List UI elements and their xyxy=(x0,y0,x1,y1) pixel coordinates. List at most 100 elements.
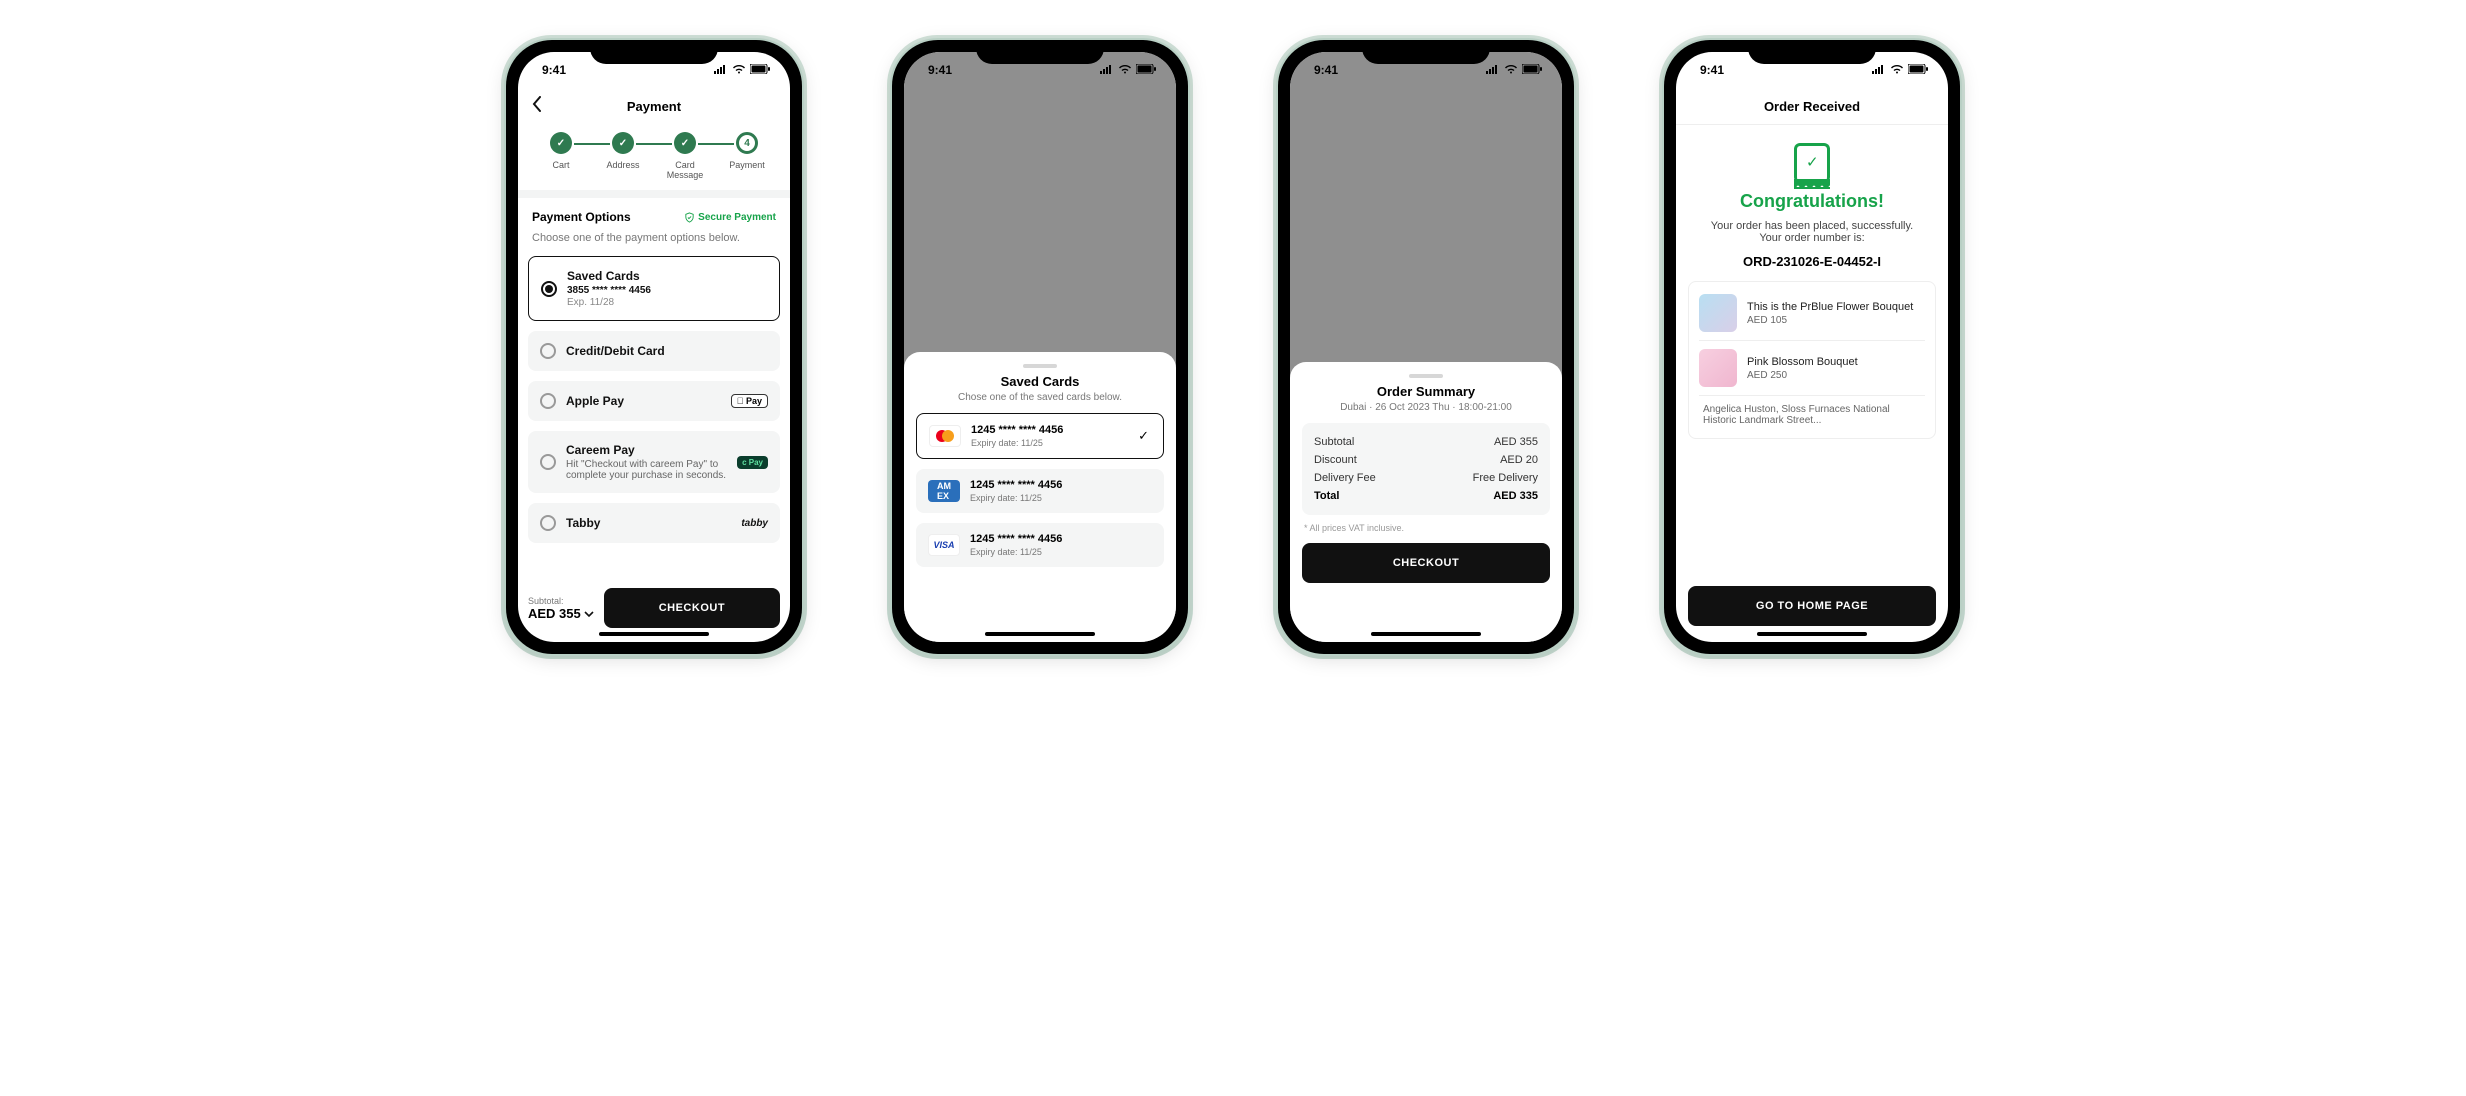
step-payment-icon: 4 xyxy=(736,132,758,154)
wifi-icon xyxy=(732,63,746,77)
card-mask: 1245 **** **** 4456 xyxy=(971,424,1063,436)
summary-box: Subtotal AED 355 Discount AED 20 Delivery … xyxy=(1302,423,1550,515)
home-indicator xyxy=(1371,632,1481,636)
section-divider xyxy=(518,190,790,198)
signal-icon xyxy=(714,63,728,77)
radio-careem-pay[interactable] xyxy=(540,454,556,470)
order-summary-sheet: Order Summary Dubai · 26 Oct 2023 Thu · … xyxy=(1290,362,1562,642)
signal-icon xyxy=(1872,63,1886,77)
battery-icon xyxy=(1908,63,1928,77)
battery-icon xyxy=(1522,63,1542,77)
secure-payment-badge: Secure Payment xyxy=(684,212,776,223)
saved-cards-sheet: Saved Cards Chose one of the saved cards… xyxy=(904,352,1176,642)
shipping-address: Angelica Huston, Sloss Furnaces National… xyxy=(1699,395,1925,434)
card-mask: 1245 **** **** 4456 xyxy=(970,533,1062,545)
status-time: 9:41 xyxy=(928,63,952,77)
choose-hint: Choose one of the payment options below. xyxy=(532,232,776,244)
status-time: 9:41 xyxy=(542,63,566,77)
subtotal-expand[interactable]: AED 355 xyxy=(528,606,594,621)
phone-order-received: 9:41 Order Received ✓ Congratulations! Y… xyxy=(1664,40,1960,654)
option-careem-pay[interactable]: Careem Pay Hit "Checkout with careem Pay… xyxy=(528,431,780,493)
saved-card-visa[interactable]: VISA 1245 **** **** 4456 Expiry date: 11… xyxy=(916,523,1164,567)
sheet-grabber[interactable] xyxy=(1023,364,1057,368)
subtotal-value: AED 355 xyxy=(1494,436,1538,448)
order-placed-text: Your order has been placed, successfully… xyxy=(1676,212,1948,248)
credit-debit-label: Credit/Debit Card xyxy=(566,344,768,358)
step-cart-label: Cart xyxy=(552,160,569,170)
saved-cards-title: Saved Cards xyxy=(567,269,767,283)
go-home-button[interactable]: GO TO HOME PAGE xyxy=(1688,586,1936,626)
card-expiry: Expiry date: 11/25 xyxy=(970,547,1062,557)
home-indicator xyxy=(1757,632,1867,636)
product-thumb xyxy=(1699,294,1737,332)
subtotal-label: Subtotal xyxy=(1314,436,1354,448)
visa-icon: VISA xyxy=(928,534,960,556)
signal-icon xyxy=(1486,63,1500,77)
apple-pay-label: Apple Pay xyxy=(566,394,721,408)
radio-tabby[interactable] xyxy=(540,515,556,531)
radio-saved-cards[interactable] xyxy=(541,281,557,297)
checkout-stepper: ✓Cart ✓Address ✓Card Message 4Payment xyxy=(518,124,790,190)
home-indicator xyxy=(599,632,709,636)
discount-value: AED 20 xyxy=(1500,454,1538,466)
step-address-label: Address xyxy=(606,160,639,170)
product-thumb xyxy=(1699,349,1737,387)
saved-card-expiry: Exp. 11/28 xyxy=(567,297,767,308)
product-price: AED 250 xyxy=(1747,370,1858,381)
notch xyxy=(1748,40,1876,64)
sheet-grabber[interactable] xyxy=(1409,374,1443,378)
card-expiry: Expiry date: 11/25 xyxy=(970,493,1062,503)
signal-icon xyxy=(1100,63,1114,77)
secure-payment-label: Secure Payment xyxy=(698,212,776,223)
battery-icon xyxy=(750,63,770,77)
mastercard-icon xyxy=(929,425,961,447)
checkout-button[interactable]: CHECKOUT xyxy=(604,588,780,628)
product-name: This is the PrBlue Flower Bouquet xyxy=(1747,301,1913,313)
notch xyxy=(976,40,1104,64)
payment-options-title: Payment Options xyxy=(532,210,631,224)
notch xyxy=(1362,40,1490,64)
phone-saved-cards-sheet: 9:41 Saved Cards Chose one of the saved … xyxy=(892,40,1188,654)
checkout-button[interactable]: CHECKOUT xyxy=(1302,543,1550,583)
apple-pay-badge:  Pay xyxy=(731,394,768,408)
wifi-icon xyxy=(1118,63,1132,77)
option-apple-pay[interactable]: Apple Pay  Pay xyxy=(528,381,780,421)
chevron-down-icon xyxy=(584,606,594,621)
sheet-title: Saved Cards xyxy=(916,374,1164,389)
notch xyxy=(590,40,718,64)
back-button[interactable] xyxy=(532,96,542,117)
card-expiry: Expiry date: 11/25 xyxy=(971,438,1063,448)
step-payment-label: Payment xyxy=(729,160,765,170)
status-time: 9:41 xyxy=(1700,63,1724,77)
careem-pay-sub: Hit "Checkout with careem Pay" to comple… xyxy=(566,459,727,481)
page-title: Order Received xyxy=(1764,99,1860,114)
option-tabby[interactable]: Tabby tabby xyxy=(528,503,780,543)
radio-apple-pay[interactable] xyxy=(540,393,556,409)
product-name: Pink Blossom Bouquet xyxy=(1747,356,1858,368)
list-item: This is the PrBlue Flower Bouquet AED 10… xyxy=(1699,286,1925,340)
saved-card-mastercard[interactable]: 1245 **** **** 4456 Expiry date: 11/25 ✓ xyxy=(916,413,1164,459)
card-mask: 1245 **** **** 4456 xyxy=(970,479,1062,491)
product-price: AED 105 xyxy=(1747,315,1913,326)
tabby-label: Tabby xyxy=(566,516,731,530)
shield-check-icon xyxy=(684,212,695,223)
option-saved-cards[interactable]: Saved Cards 3855 **** **** 4456 Exp. 11/… xyxy=(528,256,780,321)
careem-pay-badge: c Pay xyxy=(737,456,768,469)
delivery-label: Delivery Fee xyxy=(1314,472,1376,484)
summary-meta: Dubai · 26 Oct 2023 Thu · 18:00-21:00 xyxy=(1302,402,1550,413)
saved-card-amex[interactable]: AMEX 1245 **** **** 4456 Expiry date: 11… xyxy=(916,469,1164,513)
option-credit-debit[interactable]: Credit/Debit Card xyxy=(528,331,780,371)
saved-card-mask: 3855 **** **** 4456 xyxy=(567,285,767,296)
step-card-message-label: Card Message xyxy=(660,160,710,180)
ordered-items-list: This is the PrBlue Flower Bouquet AED 10… xyxy=(1688,281,1936,439)
radio-credit-debit[interactable] xyxy=(540,343,556,359)
subtotal-value: AED 355 xyxy=(528,606,581,621)
receipt-check-icon: ✓ xyxy=(1794,143,1830,183)
congrats-heading: Congratulations! xyxy=(1676,191,1948,212)
discount-label: Discount xyxy=(1314,454,1357,466)
summary-title: Order Summary xyxy=(1302,384,1550,399)
order-number: ORD-231026-E-04452-I xyxy=(1676,254,1948,269)
step-card-message-icon: ✓ xyxy=(674,132,696,154)
phone-order-summary-sheet: 9:41 Order Summary Dubai · 26 Oct 2023 T… xyxy=(1278,40,1574,654)
total-value: AED 335 xyxy=(1493,490,1538,502)
